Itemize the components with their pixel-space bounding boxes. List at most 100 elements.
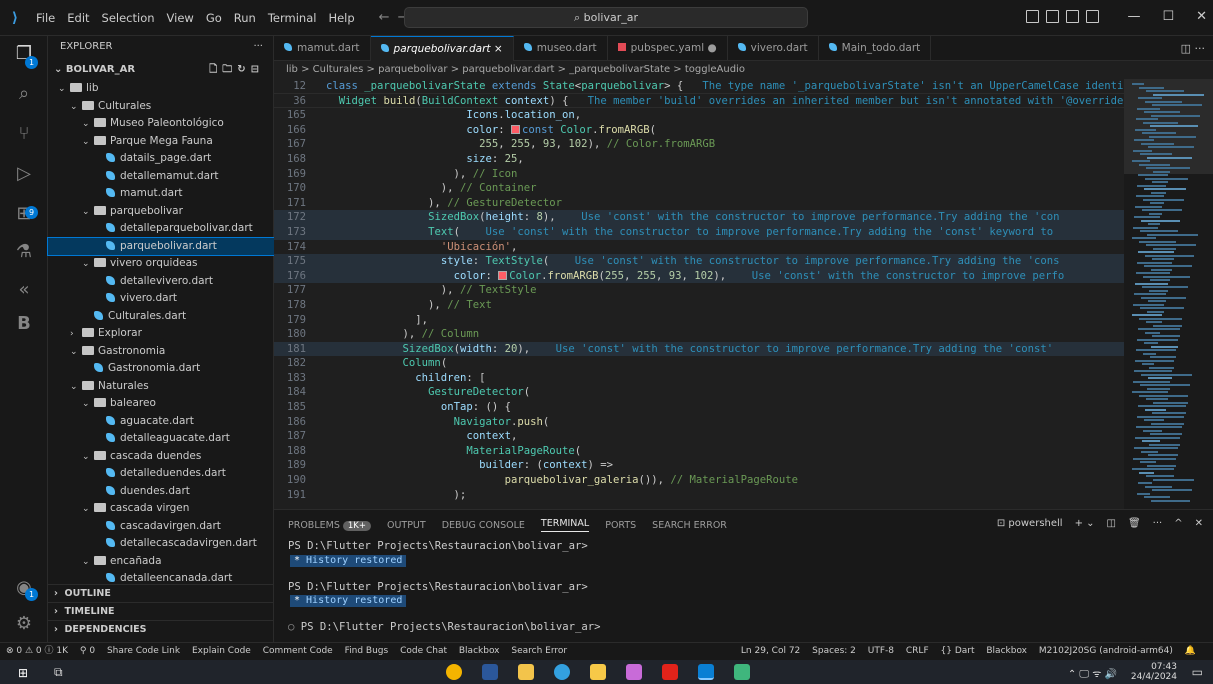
code-line[interactable]: 172 SizedBox(height: 8), Use 'const' wit… <box>274 210 1124 225</box>
minimize-icon[interactable]: — <box>1127 9 1140 24</box>
code-line[interactable]: 177 ), // TextStyle <box>274 283 1124 298</box>
new-terminal-icon[interactable]: + ⌄ <box>1075 518 1095 529</box>
explorer-actions[interactable]: 🗋🗀↻⊟ <box>209 60 264 80</box>
close-panel-icon[interactable]: ✕ <box>1195 518 1203 529</box>
dependencies-section[interactable]: › DEPENDENCIES <box>48 620 274 638</box>
code-line[interactable]: 12 class _parquebolivarState extends Stat… <box>274 79 1124 94</box>
windows-start-icon[interactable]: ⊞ <box>18 666 28 680</box>
code-line[interactable]: 191 ); <box>274 488 1124 503</box>
menu-go[interactable]: Go <box>200 11 228 25</box>
menu-run[interactable]: Run <box>228 11 262 25</box>
vscode-taskbar-icon[interactable] <box>698 664 714 680</box>
tree-file[interactable]: detalleaguacate.dart <box>48 430 274 448</box>
remote-icon[interactable]: « <box>12 278 36 302</box>
code-line[interactable]: 173 Text( Use 'const' with the construct… <box>274 224 1124 240</box>
word-icon[interactable] <box>482 664 498 680</box>
tab-ports[interactable]: PORTS <box>605 520 636 531</box>
code-line[interactable]: 178 ), // Text <box>274 298 1124 313</box>
chrome-icon[interactable] <box>446 664 462 680</box>
tree-file[interactable]: parquebolivar.dart <box>47 236 275 256</box>
customize-layout-icon[interactable] <box>1086 10 1099 23</box>
minimap[interactable] <box>1124 79 1213 509</box>
workspace-root[interactable]: ⌄ BOLIVAR_AR 🗋🗀↻⊟ <box>48 60 274 80</box>
clock[interactable]: 07:43 24/4/2024 <box>1131 662 1177 682</box>
more-actions-icon[interactable]: ··· <box>253 36 263 58</box>
tab-main-todo[interactable]: Main_todo.dart <box>819 36 932 61</box>
tab-terminal[interactable]: TERMINAL <box>540 518 590 532</box>
tree-folder[interactable]: ⌄ Museo Paleontológico <box>48 115 274 133</box>
tree-folder[interactable]: ⌄ Naturales <box>48 378 274 396</box>
tree-file[interactable]: aguacate.dart <box>48 413 274 431</box>
code-line[interactable]: 190 parquebolivar_galeria()), // Materia… <box>274 473 1124 488</box>
terminal-shell-selector[interactable]: ⊡ powershell <box>997 518 1063 529</box>
cursor-position[interactable]: Ln 29, Col 72 <box>741 646 800 656</box>
device-selector[interactable]: M2102J20SG (android-arm64) <box>1039 646 1173 656</box>
terminal-output[interactable]: PS D:\Flutter Projects\Restauracion\boli… <box>274 540 1213 635</box>
notes-icon[interactable] <box>590 664 606 680</box>
tree-folder[interactable]: ⌄ encañada <box>48 553 274 571</box>
tree-folder[interactable]: ⌄ Parque Mega Fauna <box>48 133 274 151</box>
menu-view[interactable]: View <box>161 11 200 25</box>
split-editor-icon[interactable]: ◫ <box>1181 42 1191 55</box>
trash-icon[interactable]: 🗑 <box>1128 518 1141 529</box>
menu-file[interactable]: File <box>30 11 61 25</box>
toggle-sidebar-icon[interactable] <box>1026 10 1039 23</box>
tree-file[interactable]: Culturales.dart <box>48 308 274 326</box>
code-line[interactable]: 175 style: TextStyle( Use 'const' with t… <box>274 254 1124 269</box>
tab-mamut[interactable]: mamut.dart <box>274 36 371 61</box>
acrobat-icon[interactable] <box>662 664 678 680</box>
code-line[interactable]: 36 Widget build(BuildContext context) { … <box>274 93 1124 109</box>
tree-file[interactable]: Gastronomia.dart <box>48 360 274 378</box>
breadcrumb[interactable]: lib > Culturales > parquebolivar > parqu… <box>274 61 1124 79</box>
explain-code[interactable]: Explain Code <box>192 646 251 656</box>
code-editor[interactable]: 12 class _parquebolivarState extends Stat… <box>274 79 1124 509</box>
tree-file[interactable]: detallemamut.dart <box>48 168 274 186</box>
outline-section[interactable]: › OUTLINE <box>48 584 274 602</box>
menu-help[interactable]: Help <box>322 11 360 25</box>
code-line[interactable]: 185 onTap: () { <box>274 400 1124 415</box>
tab-search-error[interactable]: SEARCH ERROR <box>652 520 727 531</box>
blackbox-status[interactable]: Blackbox <box>459 646 500 656</box>
tab-parquebolivar[interactable]: parquebolivar.dart × <box>370 36 514 61</box>
blackbox-icon[interactable]: B <box>12 312 36 336</box>
tab-problems[interactable]: PROBLEMS 1K+ <box>288 520 371 531</box>
search-error-status[interactable]: Search Error <box>511 646 567 656</box>
edge-icon[interactable] <box>554 664 570 680</box>
code-line[interactable]: 174 'Ubicación', <box>274 240 1124 255</box>
tree-folder[interactable]: ⌄ cascada duendes <box>48 448 274 466</box>
tree-file[interactable]: datails_page.dart <box>48 150 274 168</box>
notification-center-icon[interactable]: ▭ <box>1192 665 1203 679</box>
command-search-box[interactable]: ⌕ bolivar_ar <box>404 7 808 28</box>
code-line[interactable]: 171 ), // GestureDetector <box>274 196 1124 211</box>
code-line[interactable]: 188 MaterialPageRoute( <box>274 444 1124 459</box>
code-line[interactable]: 189 builder: (context) => <box>274 458 1124 473</box>
blackbox-right[interactable]: Blackbox <box>986 646 1027 656</box>
maximize-panel-icon[interactable]: ^ <box>1174 518 1182 529</box>
tree-file[interactable]: duendes.dart <box>48 483 274 501</box>
toggle-secondary-sidebar-icon[interactable] <box>1066 10 1079 23</box>
code-line[interactable]: 168 size: 25, <box>274 152 1124 167</box>
code-line[interactable]: 166 color: const Color.fromARGB( <box>274 123 1124 138</box>
toggle-panel-icon[interactable] <box>1046 10 1059 23</box>
tree-folder[interactable]: ⌄ Gastronomia <box>48 343 274 361</box>
menu-edit[interactable]: Edit <box>61 11 95 25</box>
code-line[interactable]: 179 ], <box>274 313 1124 328</box>
indentation[interactable]: Spaces: 2 <box>812 646 856 656</box>
problems-status[interactable]: ⊗ 0 ⚠ 0 ⓘ 1K <box>6 646 68 656</box>
close-tab-icon[interactable]: × <box>494 43 503 55</box>
code-line[interactable]: 187 context, <box>274 429 1124 444</box>
panel-more-icon[interactable]: ··· <box>1153 518 1163 529</box>
comment-code[interactable]: Comment Code <box>263 646 333 656</box>
code-line[interactable]: 170 ), // Container <box>274 181 1124 196</box>
tab-more-icon[interactable]: ··· <box>1195 42 1206 55</box>
run-debug-icon[interactable]: ▷ <box>12 162 36 186</box>
tab-pubspec[interactable]: pubspec.yaml ● <box>608 36 728 61</box>
ports-status[interactable]: ⚲ 0 <box>80 646 95 656</box>
language-mode[interactable]: {} Dart <box>941 646 975 656</box>
tab-output[interactable]: OUTPUT <box>387 520 426 531</box>
code-line[interactable]: 186 Navigator.push( <box>274 415 1124 430</box>
tree-file[interactable]: cascadavirgen.dart <box>48 518 274 536</box>
tab-debug-console[interactable]: DEBUG CONSOLE <box>442 520 525 531</box>
file-explorer-icon[interactable] <box>518 664 534 680</box>
encoding[interactable]: UTF-8 <box>868 646 894 656</box>
